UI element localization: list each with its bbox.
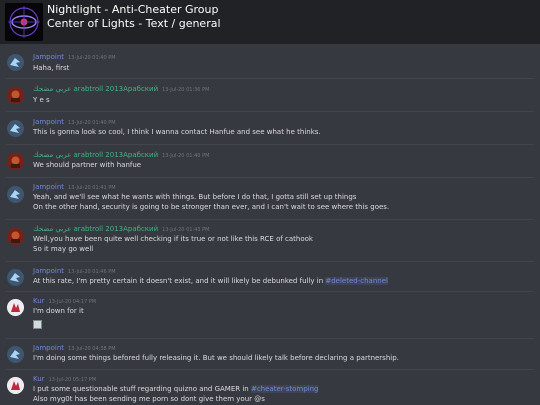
message-text: Haha, first <box>33 64 70 72</box>
broken-image-attachment[interactable] <box>33 320 42 329</box>
timestamp: 13-Jul-20 01:43 PM <box>162 227 210 233</box>
message-divider <box>6 177 534 178</box>
timestamp: 13-Jul-20 01:40 PM <box>162 153 210 159</box>
author-name[interactable]: Jampoint <box>33 183 64 191</box>
timestamp: 13-Jul-20 01:40 PM <box>68 120 116 126</box>
channel-mention-link[interactable]: #cheater-stomping <box>250 385 319 393</box>
message-text: On the other hand, security is going to … <box>33 203 390 211</box>
channel-header: Nightlight - Anti-Cheater Group Center o… <box>0 0 540 44</box>
guild-icon <box>5 3 43 41</box>
author-name[interactable]: Jampoint <box>33 344 64 352</box>
message-text: This is gonna look so cool, I think I wa… <box>33 128 321 136</box>
message-divider <box>6 78 534 79</box>
message-divider <box>6 291 534 292</box>
timestamp: 13-Jul-20 04:38 PM <box>68 346 116 352</box>
avatar[interactable] <box>7 153 24 170</box>
timestamp: 13-Jul-20 04:17 PM <box>48 299 97 305</box>
avatar[interactable] <box>7 299 24 316</box>
avatar[interactable] <box>7 228 24 245</box>
avatar[interactable] <box>7 120 24 137</box>
message-text: Well,you have been quite well checking i… <box>33 235 313 243</box>
author-name[interactable]: Jampoint <box>33 118 64 126</box>
message-text: So it may go well <box>33 245 94 253</box>
author-name[interactable]: عربي مضحك arabtroll 2013Арабский <box>33 225 158 233</box>
avatar[interactable] <box>7 377 24 394</box>
author-name[interactable]: Jampoint <box>33 267 64 275</box>
message-text: Also myg0t has been sending me porn so d… <box>33 395 265 403</box>
author-name[interactable]: Kur <box>33 375 45 383</box>
message-text: I'm doing some things befored fully rele… <box>33 354 399 362</box>
avatar[interactable] <box>7 54 24 71</box>
channel-name: Center of Lights - Text / general <box>47 17 221 30</box>
avatar[interactable] <box>7 346 24 363</box>
timestamp: 13-Jul-20 01:36 PM <box>162 87 210 93</box>
channel-mention-link[interactable]: #deleted-channel <box>325 277 388 285</box>
guild-name: Nightlight - Anti-Cheater Group <box>47 3 219 16</box>
timestamp: 13-Jul-20 01:46 PM <box>68 269 116 275</box>
timestamp: 13-Jul-20 01:41 PM <box>68 185 116 191</box>
timestamp: 13-Jul-20 01:40 PM <box>68 55 116 61</box>
message-divider <box>6 369 534 370</box>
timestamp: 13-Jul-20 05:17 PM <box>48 377 97 383</box>
message-text: Y e s <box>33 96 50 104</box>
message-text: At this rate, I'm pretty certain it does… <box>33 277 326 285</box>
message-text: Yeah, and we'll see what he wants with t… <box>33 193 357 201</box>
message-divider <box>6 144 534 145</box>
author-name[interactable]: عربي مضحك arabtroll 2013Арабский <box>33 151 158 159</box>
message-divider <box>6 219 534 220</box>
message-text: We should partner with hanfue <box>33 161 142 169</box>
message-text: I'm down for it <box>33 307 84 315</box>
avatar[interactable] <box>7 87 24 104</box>
message-divider <box>6 111 534 112</box>
author-name[interactable]: عربي مضحك arabtroll 2013Арабский <box>33 85 158 93</box>
message-text: I put some questionable stuff regarding … <box>33 385 251 393</box>
avatar[interactable] <box>7 186 24 203</box>
author-name[interactable]: Jampoint <box>33 53 64 61</box>
message-divider <box>6 338 534 339</box>
author-name[interactable]: Kur <box>33 297 45 305</box>
message-divider <box>6 261 534 262</box>
avatar[interactable] <box>7 269 24 286</box>
